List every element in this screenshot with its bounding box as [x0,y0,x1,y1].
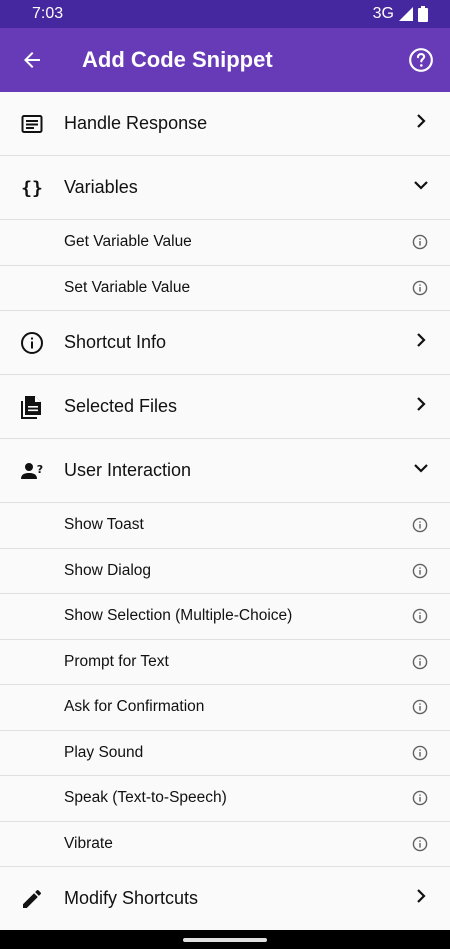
info-icon[interactable] [412,654,428,670]
chevron-down-icon [414,181,428,190]
row-label: Show Selection (Multiple-Choice) [64,607,293,624]
category-row-user-interaction[interactable]: ? User Interaction [0,439,450,503]
category-row-modify-shortcuts[interactable]: Modify Shortcuts [0,867,450,930]
info-icon[interactable] [412,608,428,624]
info-icon[interactable] [412,563,428,579]
row-label: Show Dialog [64,561,152,579]
network-type: 3G [372,5,394,22]
info-icon[interactable] [412,234,428,250]
gesture-handle[interactable] [183,938,267,942]
chevron-right-icon [417,333,426,347]
signal-icon [399,7,413,21]
snippet-list: Handle Response {} Variables Get Variable V… [0,92,450,930]
row-label: Ask for Confirmation [64,698,205,715]
snippet-item-show-toast[interactable]: Show Toast [0,503,450,549]
chevron-right-icon [417,114,426,128]
snippet-item-set-variable-value[interactable]: Set Variable Value [0,266,450,311]
row-label: Handle Response [64,113,208,133]
row-label: Selected Files [64,396,178,416]
row-label: Shortcut Info [64,332,167,352]
snippet-item-play-sound[interactable]: Play Sound [0,731,450,776]
category-row-handle-response[interactable]: Handle Response [0,92,450,156]
info-icon[interactable] [412,745,428,761]
status-icons: 3G [373,5,428,23]
snippet-item-show-selection-multiple-choice[interactable]: Show Selection (Multiple-Choice) [0,594,450,640]
snippet-item-show-dialog[interactable]: Show Dialog [0,549,450,594]
row-label: Variables [64,177,138,197]
category-row-selected-files[interactable]: Selected Files [0,375,450,439]
snippet-item-speak-text-to-speech[interactable]: Speak (Text-to-Speech) [0,776,450,822]
category-row-shortcut-info[interactable]: Shortcut Info [0,311,450,375]
row-label: User Interaction [64,460,192,480]
pencil-icon [20,887,44,911]
info-icon[interactable] [412,790,428,806]
snippet-item-vibrate[interactable]: Vibrate [0,822,450,867]
info-icon[interactable] [412,699,428,715]
row-label: Get Variable Value [64,233,192,250]
battery-icon [418,6,428,22]
navigation-bar [0,930,450,949]
snippet-item-get-variable-value[interactable]: Get Variable Value [0,220,450,266]
user-question-icon: ? [20,459,44,483]
svg-text:?: ? [37,463,43,476]
chevron-down-icon [414,464,428,473]
arrow-left-icon[interactable] [20,48,44,72]
snippet-item-ask-for-confirmation[interactable]: Ask for Confirmation [0,685,450,731]
page-title: Add Code Snippet [82,47,273,72]
row-label: Prompt for Text [64,652,169,670]
row-label: Vibrate [64,834,113,852]
info-circle-icon [20,331,44,355]
braces-icon: {} [20,176,44,200]
row-label: Speak (Text-to-Speech) [64,789,227,806]
status-bar: 7:03 3G [0,0,450,28]
info-icon[interactable] [412,517,428,533]
chevron-right-icon [417,397,426,411]
row-label: Modify Shortcuts [64,888,199,908]
chevron-right-icon [417,889,426,903]
info-icon[interactable] [412,280,428,296]
help-circle-icon[interactable] [408,47,434,73]
svg-text:{}: {} [21,178,43,199]
info-icon[interactable] [412,836,428,852]
row-label: Show Toast [64,516,144,533]
snippet-item-prompt-for-text[interactable]: Prompt for Text [0,640,450,685]
files-icon [20,395,44,419]
category-row-variables[interactable]: {} Variables [0,156,450,220]
row-label: Set Variable Value [64,278,191,296]
message-box-icon [20,112,44,136]
app-bar: Add Code Snippet [0,28,450,92]
status-time: 7:03 [32,5,64,22]
row-label: Play Sound [64,743,144,761]
